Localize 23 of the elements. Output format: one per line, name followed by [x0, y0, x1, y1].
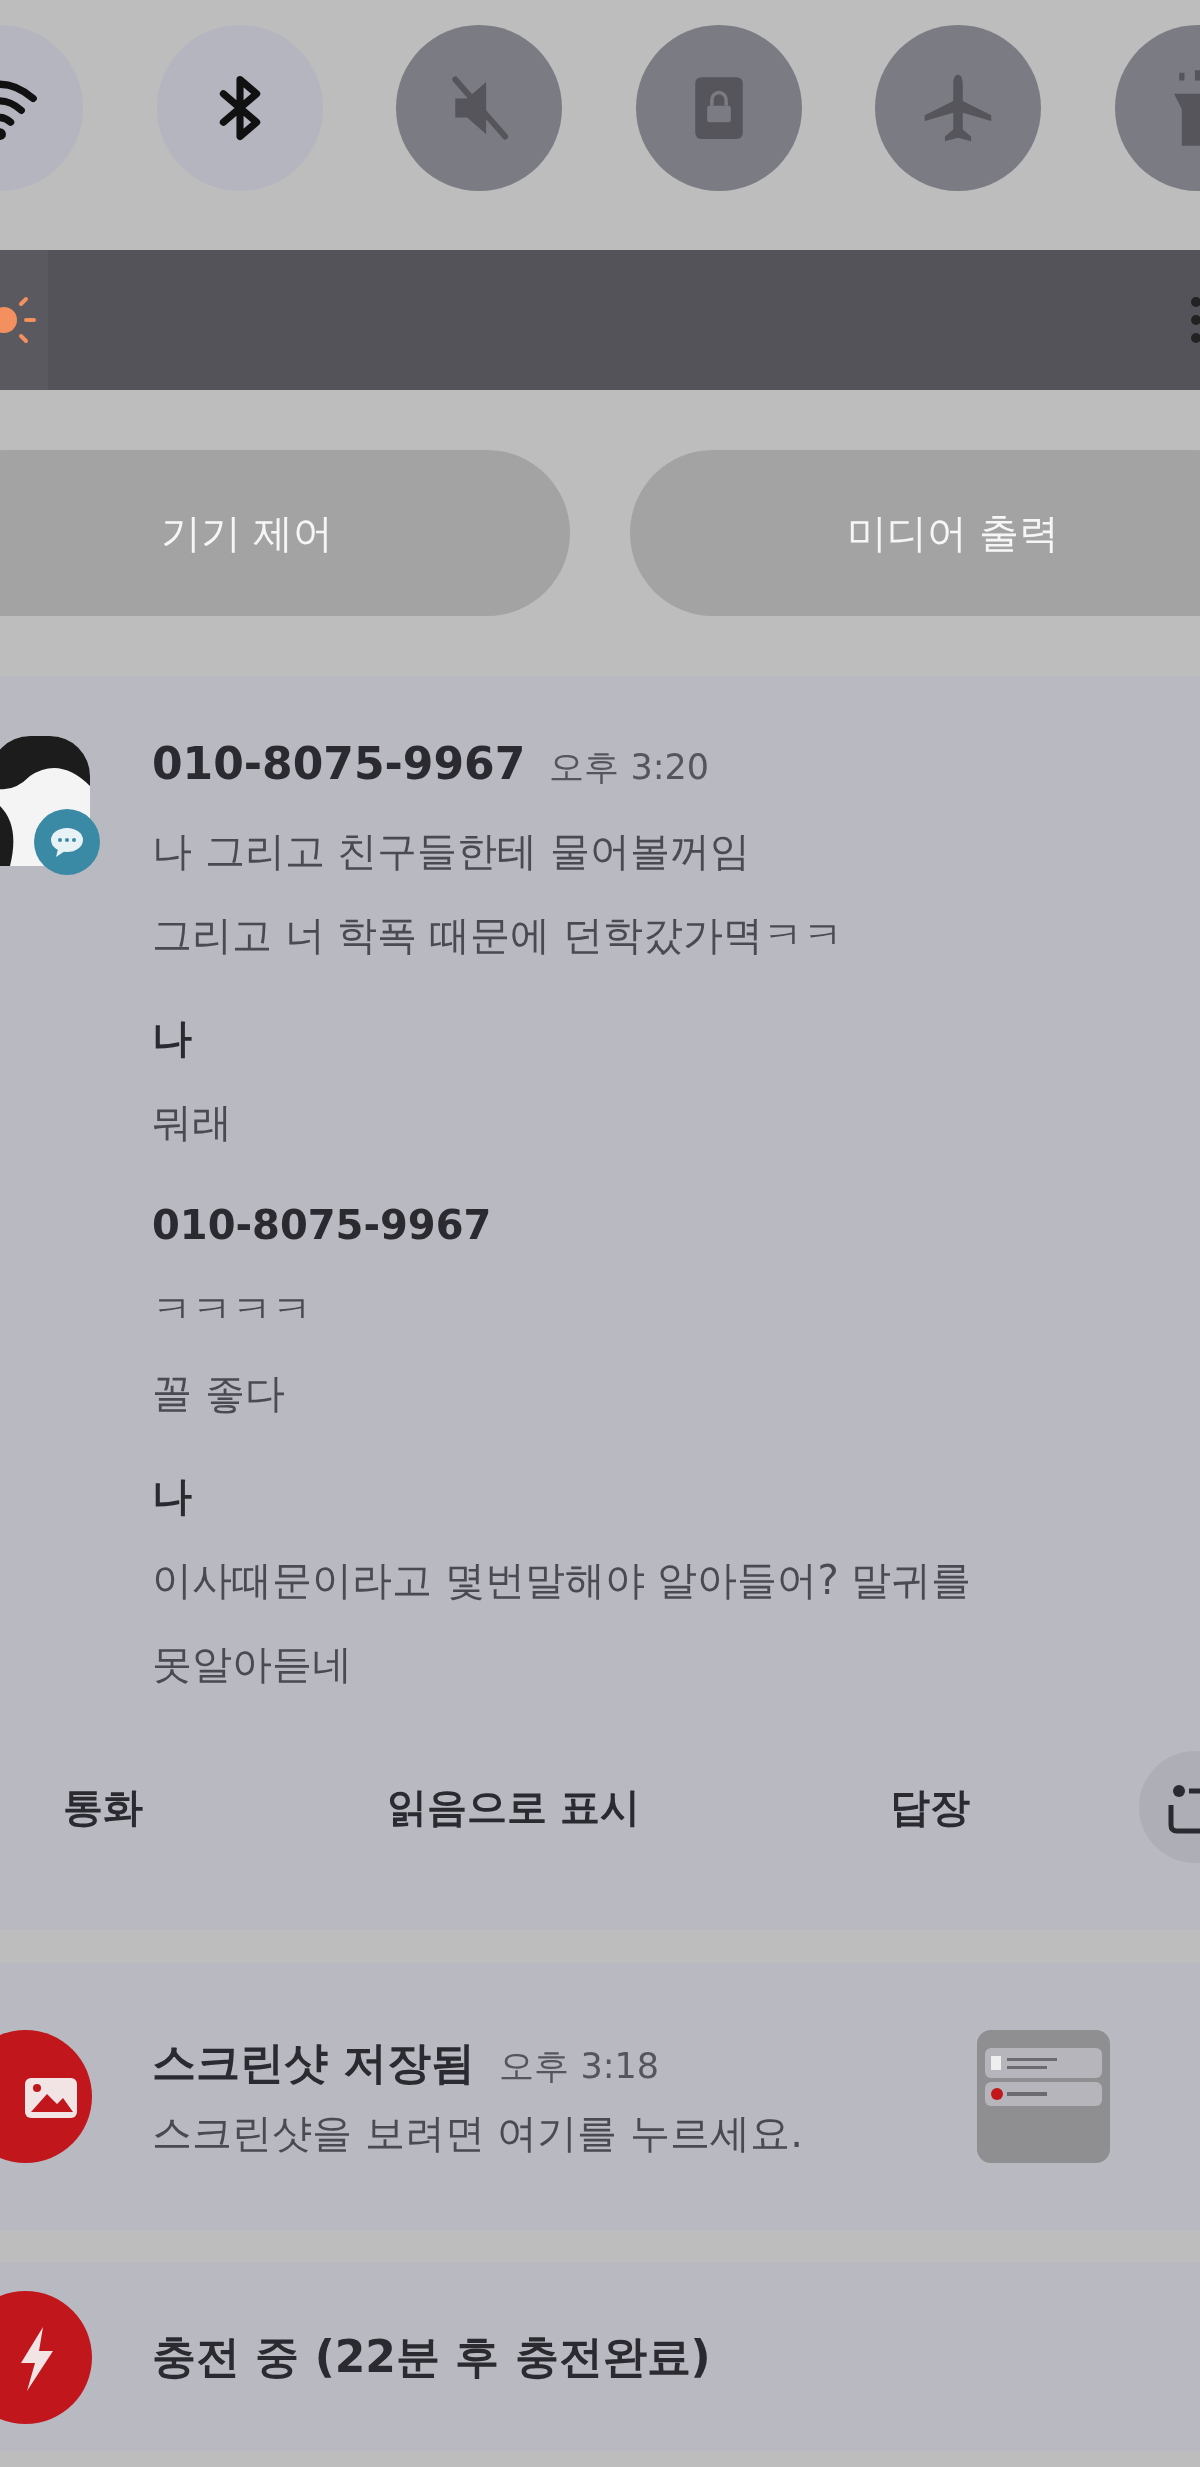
chat-icon [34, 809, 100, 875]
message-text: 그리고 너 학폭 때문에 던학갔가멱ㅋㅋ [152, 911, 844, 960]
notification-text: 스크린샷을 보려면 여기를 누르세요. [152, 2109, 804, 2158]
notification-time: 오후 3:18 [499, 2045, 660, 2088]
action-button[interactable]: 통화 [0, 1757, 306, 1857]
notification-card[interactable]: 충전 중 (22분 후 충전완료) [0, 2263, 1200, 2451]
message-sender: 010-8075-9967 [152, 1201, 493, 1250]
message-text: 꼴 좋다 [152, 1369, 286, 1418]
message-text: 이사때문이라고 몇번말해야 알아들어? 말귀를 못알아듣네 [152, 1556, 973, 1689]
notification-card[interactable]: 스크린샷 저장됨 오후 3:18 스크린샷을 보려면 여기를 누르세요. [0, 1963, 1200, 2231]
message-text: ㅋㅋㅋㅋ [152, 1285, 313, 1334]
action-button[interactable]: 답장 [721, 1757, 1139, 1857]
notification-card[interactable]: 010-8075-9967 오후 3:20 나 그리고 친구들한테 물어볼꺼임 그리고 너 학폭 때문에 던학갔가멱ㅋㅋ 나 뭐래 010-8075-9967 ㅋㅋㅋㅋ 꼴 좋다 나 이사때문이라고 몇번말해야 알아들어? 말귀를 못알아듣네 통화 읽음으로 표시 답장 [0, 676, 1200, 1929]
message-sender: 나 [152, 1472, 193, 1521]
action-button[interactable]: 읽음으로 표시 [306, 1757, 721, 1857]
message-text: 나 그리고 친구들한테 물어볼꺼임 [152, 827, 752, 876]
notification-time: 오후 3:20 [549, 746, 710, 789]
notification-title: 010-8075-9967 [152, 737, 526, 791]
brightness-slider[interactable] [0, 250, 1200, 390]
notification-title: 스크린샷 저장됨 [152, 2036, 476, 2090]
message-sender: 나 [152, 1014, 193, 1063]
notification-title: 충전 중 (22분 후 충전완료) [152, 2330, 711, 2384]
message-text: 뭐래 [152, 1098, 233, 1147]
